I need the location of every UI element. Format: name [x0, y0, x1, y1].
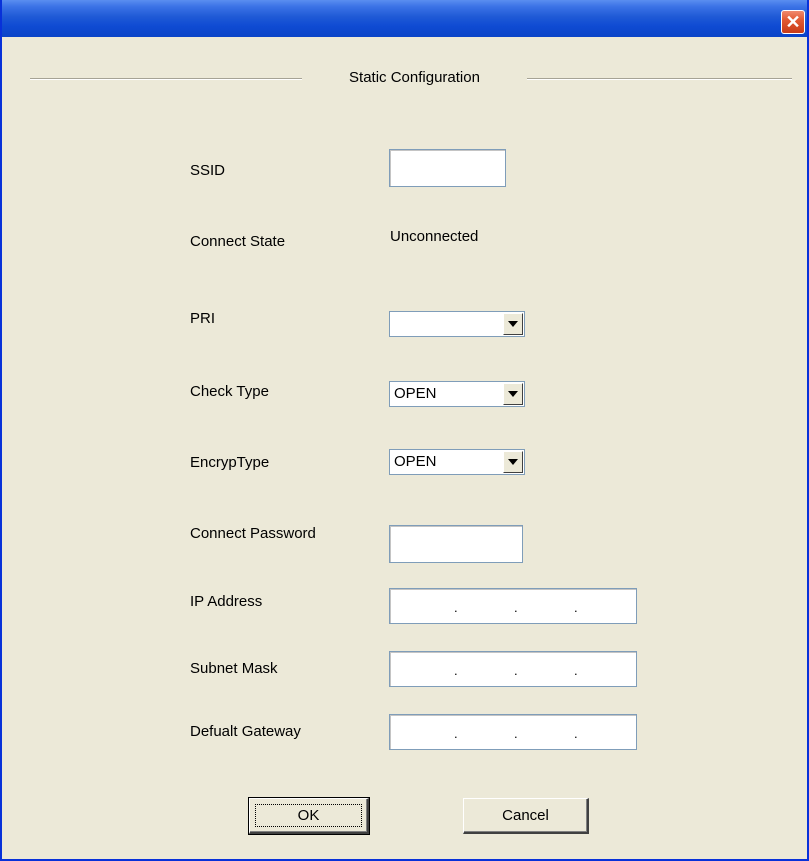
check-type-label: Check Type — [190, 383, 269, 400]
default-gateway-input[interactable]: . . . — [389, 714, 637, 750]
subnet-mask-input[interactable]: . . . — [389, 651, 637, 687]
ssid-input[interactable] — [389, 149, 506, 187]
chevron-down-icon[interactable] — [503, 383, 523, 405]
connect-state-label: Connect State — [190, 233, 286, 250]
group-divider-left — [30, 78, 302, 80]
connect-password-label: Connect Password — [190, 525, 316, 542]
group-divider-right — [527, 78, 792, 80]
wifi-config-dialog: ✕ Static Configuration SSID Connect Stat… — [0, 0, 809, 861]
ip-separator: . — [454, 600, 458, 615]
encryp-type-select-value: OPEN — [394, 453, 437, 470]
subnet-mask-label: Subnet Mask — [190, 660, 278, 677]
ip-separator: . — [574, 726, 578, 741]
close-icon[interactable]: ✕ — [781, 10, 805, 34]
ip-separator: . — [574, 663, 578, 678]
ip-separator: . — [514, 600, 518, 615]
cancel-button[interactable]: Cancel — [463, 798, 589, 834]
ok-button[interactable]: OK — [248, 797, 370, 835]
encryp-type-label: EncrypType — [190, 454, 270, 471]
check-type-select-value: OPEN — [394, 385, 437, 402]
encryp-type-select[interactable]: OPEN — [389, 449, 525, 475]
ok-button-label: OK — [297, 807, 320, 824]
pri-label: PRI — [190, 310, 216, 327]
connect-state-value: Unconnected — [390, 228, 479, 245]
chevron-down-icon[interactable] — [503, 313, 523, 335]
ssid-label: SSID — [190, 162, 226, 179]
title-bar[interactable]: ✕ — [2, 0, 807, 37]
ip-separator: . — [514, 726, 518, 741]
connect-password-input[interactable] — [389, 525, 523, 563]
chevron-down-icon[interactable] — [503, 451, 523, 473]
pri-select[interactable] — [389, 311, 525, 337]
ip-separator: . — [454, 726, 458, 741]
check-type-select[interactable]: OPEN — [389, 381, 525, 407]
ip-separator: . — [514, 663, 518, 678]
group-title: Static Configuration — [349, 69, 480, 86]
default-gateway-label: Defualt Gateway — [190, 723, 301, 740]
ip-address-label: IP Address — [190, 593, 263, 610]
cancel-button-label: Cancel — [502, 807, 549, 824]
ip-address-input[interactable]: . . . — [389, 588, 637, 624]
ip-separator: . — [454, 663, 458, 678]
ip-separator: . — [574, 600, 578, 615]
